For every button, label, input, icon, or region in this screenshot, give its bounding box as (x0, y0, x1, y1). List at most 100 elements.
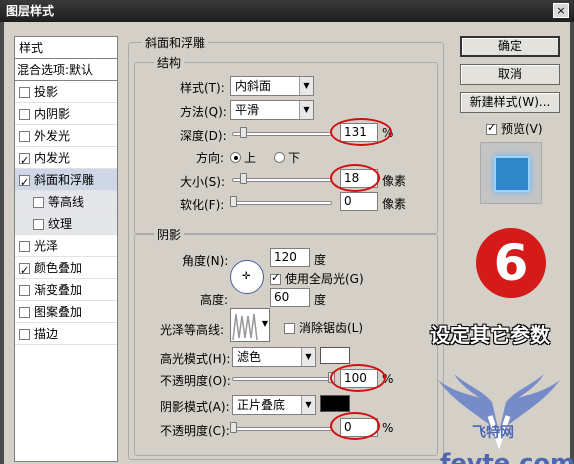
sidebar-item-outer-glow[interactable]: 外发光 (15, 125, 117, 147)
altitude-unit: 度 (314, 293, 327, 307)
contour-preview-icon (232, 313, 258, 341)
sidebar-item-contour[interactable]: 等高线 (15, 191, 117, 213)
light-direction-icon: ✛ (242, 271, 251, 282)
close-button[interactable]: × (553, 3, 569, 18)
checkbox-checked-icon[interactable] (486, 121, 497, 135)
sidebar-item-texture[interactable]: 纹理 (15, 213, 117, 235)
checkbox-icon[interactable] (19, 109, 30, 120)
sidebar-item-bevel-emboss[interactable]: 斜面和浮雕 (15, 169, 117, 194)
checkbox-icon[interactable] (19, 307, 30, 318)
size-unit: 像素 (382, 174, 407, 188)
preview-checkbox[interactable]: 预览(V) (486, 120, 543, 137)
style-list: 样式 混合选项:默认 投影 内阴影 外发光 内发光 斜面和浮雕 等高线 纹理 光… (14, 36, 118, 462)
sidebar-item-pattern-overlay[interactable]: 图案叠加 (15, 301, 117, 323)
depth-slider[interactable] (232, 132, 332, 136)
shadow-opacity-unit: % (382, 421, 394, 435)
checkbox-icon[interactable] (284, 323, 295, 334)
technique-select[interactable]: 平滑 ▼ (230, 100, 314, 120)
checkbox-icon[interactable] (19, 329, 30, 340)
step-number-badge: 6 (476, 228, 546, 298)
bevel-style-select[interactable]: 内斜面 ▼ (230, 76, 314, 96)
sidebar-item-inner-shadow[interactable]: 内阴影 (15, 103, 117, 125)
checkbox-checked-icon[interactable] (19, 150, 30, 172)
checkbox-icon[interactable] (33, 219, 44, 230)
step-caption: 设定其它参数 (430, 323, 550, 347)
chevron-down-icon: ▼ (301, 396, 315, 414)
highlight-opacity-label: 不透明度(O): (160, 374, 231, 388)
gloss-contour-label: 光泽等高线: (160, 323, 225, 337)
ok-button[interactable]: 确定 (460, 36, 560, 57)
direction-up-radio[interactable]: 上 (230, 149, 256, 166)
highlight-ring (330, 364, 386, 392)
shadow-opacity-label: 不透明度(C): (160, 424, 230, 438)
style-label: 样式(T): (180, 81, 225, 95)
sidebar-item-inner-glow[interactable]: 内发光 (15, 147, 117, 172)
sidebar-item-color-overlay[interactable]: 颜色叠加 (15, 257, 117, 282)
angle-input[interactable]: 120 (270, 248, 310, 267)
radio-selected-icon[interactable] (230, 152, 241, 163)
checkbox-icon[interactable] (19, 241, 30, 252)
checkbox-icon[interactable] (19, 131, 30, 142)
shadow-mode-select[interactable]: 正片叠底 ▼ (232, 395, 316, 415)
checkbox-icon[interactable] (19, 87, 30, 98)
angle-unit: 度 (314, 253, 327, 267)
highlight-color-swatch[interactable] (320, 347, 350, 364)
angle-dial[interactable]: ✛ (230, 260, 264, 294)
dialog-body: 样式 混合选项:默认 投影 内阴影 外发光 内发光 斜面和浮雕 等高线 纹理 光… (4, 22, 574, 464)
sidebar-item-stroke[interactable]: 描边 (15, 323, 117, 345)
soften-slider-thumb[interactable] (230, 196, 237, 207)
antialias-checkbox[interactable]: 消除锯齿(L) (284, 319, 363, 336)
structure-title: 结构 (154, 54, 185, 71)
shading-title: 阴影 (154, 226, 185, 243)
technique-label: 方法(Q): (180, 105, 227, 119)
preview-swatch (494, 156, 530, 192)
depth-slider-thumb[interactable] (240, 127, 247, 138)
highlight-opacity-slider[interactable] (232, 377, 332, 381)
global-light-checkbox[interactable]: 使用全局光(G) (270, 270, 364, 287)
depth-label: 深度(D): (180, 129, 227, 143)
window-title: 图层样式 (6, 4, 55, 18)
cancel-button[interactable]: 取消 (460, 64, 560, 85)
sidebar-item-satin[interactable]: 光泽 (15, 235, 117, 257)
soften-label: 软化(F): (180, 198, 225, 212)
shadow-mode-label: 阴影模式(A): (160, 400, 230, 414)
soften-unit: 像素 (382, 197, 407, 211)
soften-slider[interactable] (232, 201, 332, 205)
style-list-header[interactable]: 样式 (15, 37, 117, 59)
checkbox-checked-icon[interactable] (19, 260, 30, 282)
new-style-button[interactable]: 新建样式(W)... (460, 92, 560, 113)
soften-input[interactable]: 0 (340, 192, 378, 211)
window-titlebar: 图层样式 × (0, 0, 574, 22)
direction-down-radio[interactable]: 下 (274, 149, 300, 166)
shadow-color-swatch[interactable] (320, 395, 350, 412)
size-slider-thumb[interactable] (240, 173, 247, 184)
highlight-ring (330, 412, 380, 440)
sidebar-item-drop-shadow[interactable]: 投影 (15, 81, 117, 103)
direction-label: 方向: (196, 151, 225, 165)
gloss-contour-picker[interactable]: ▼ (230, 308, 270, 342)
size-slider[interactable] (232, 178, 332, 182)
shadow-opacity-slider[interactable] (232, 427, 332, 431)
angle-label: 角度(N): (182, 254, 229, 268)
checkbox-checked-icon[interactable] (19, 172, 30, 194)
chevron-down-icon: ▼ (301, 348, 315, 366)
checkbox-checked-icon[interactable] (270, 271, 281, 285)
bevel-emboss-title: 斜面和浮雕 (142, 34, 209, 51)
watermark-cn: 飞特网 (472, 425, 514, 441)
checkbox-icon[interactable] (33, 197, 44, 208)
shadow-opacity-thumb[interactable] (230, 422, 237, 433)
altitude-label: 高度: (200, 293, 229, 307)
sidebar-item-gradient-overlay[interactable]: 渐变叠加 (15, 279, 117, 301)
highlight-mode-select[interactable]: 滤色 ▼ (232, 347, 316, 367)
altitude-input[interactable]: 60 (270, 288, 310, 307)
blending-options-item[interactable]: 混合选项:默认 (15, 59, 117, 81)
highlight-mode-label: 高光模式(H): (160, 352, 231, 366)
chevron-down-icon: ▼ (299, 77, 313, 95)
checkbox-icon[interactable] (19, 285, 30, 296)
size-label: 大小(S): (180, 175, 226, 189)
radio-icon[interactable] (274, 152, 285, 163)
chevron-down-icon: ▼ (261, 319, 268, 328)
watermark-en: fevte.com (440, 449, 574, 464)
style-preview (480, 142, 542, 204)
highlight-ring (330, 164, 380, 192)
